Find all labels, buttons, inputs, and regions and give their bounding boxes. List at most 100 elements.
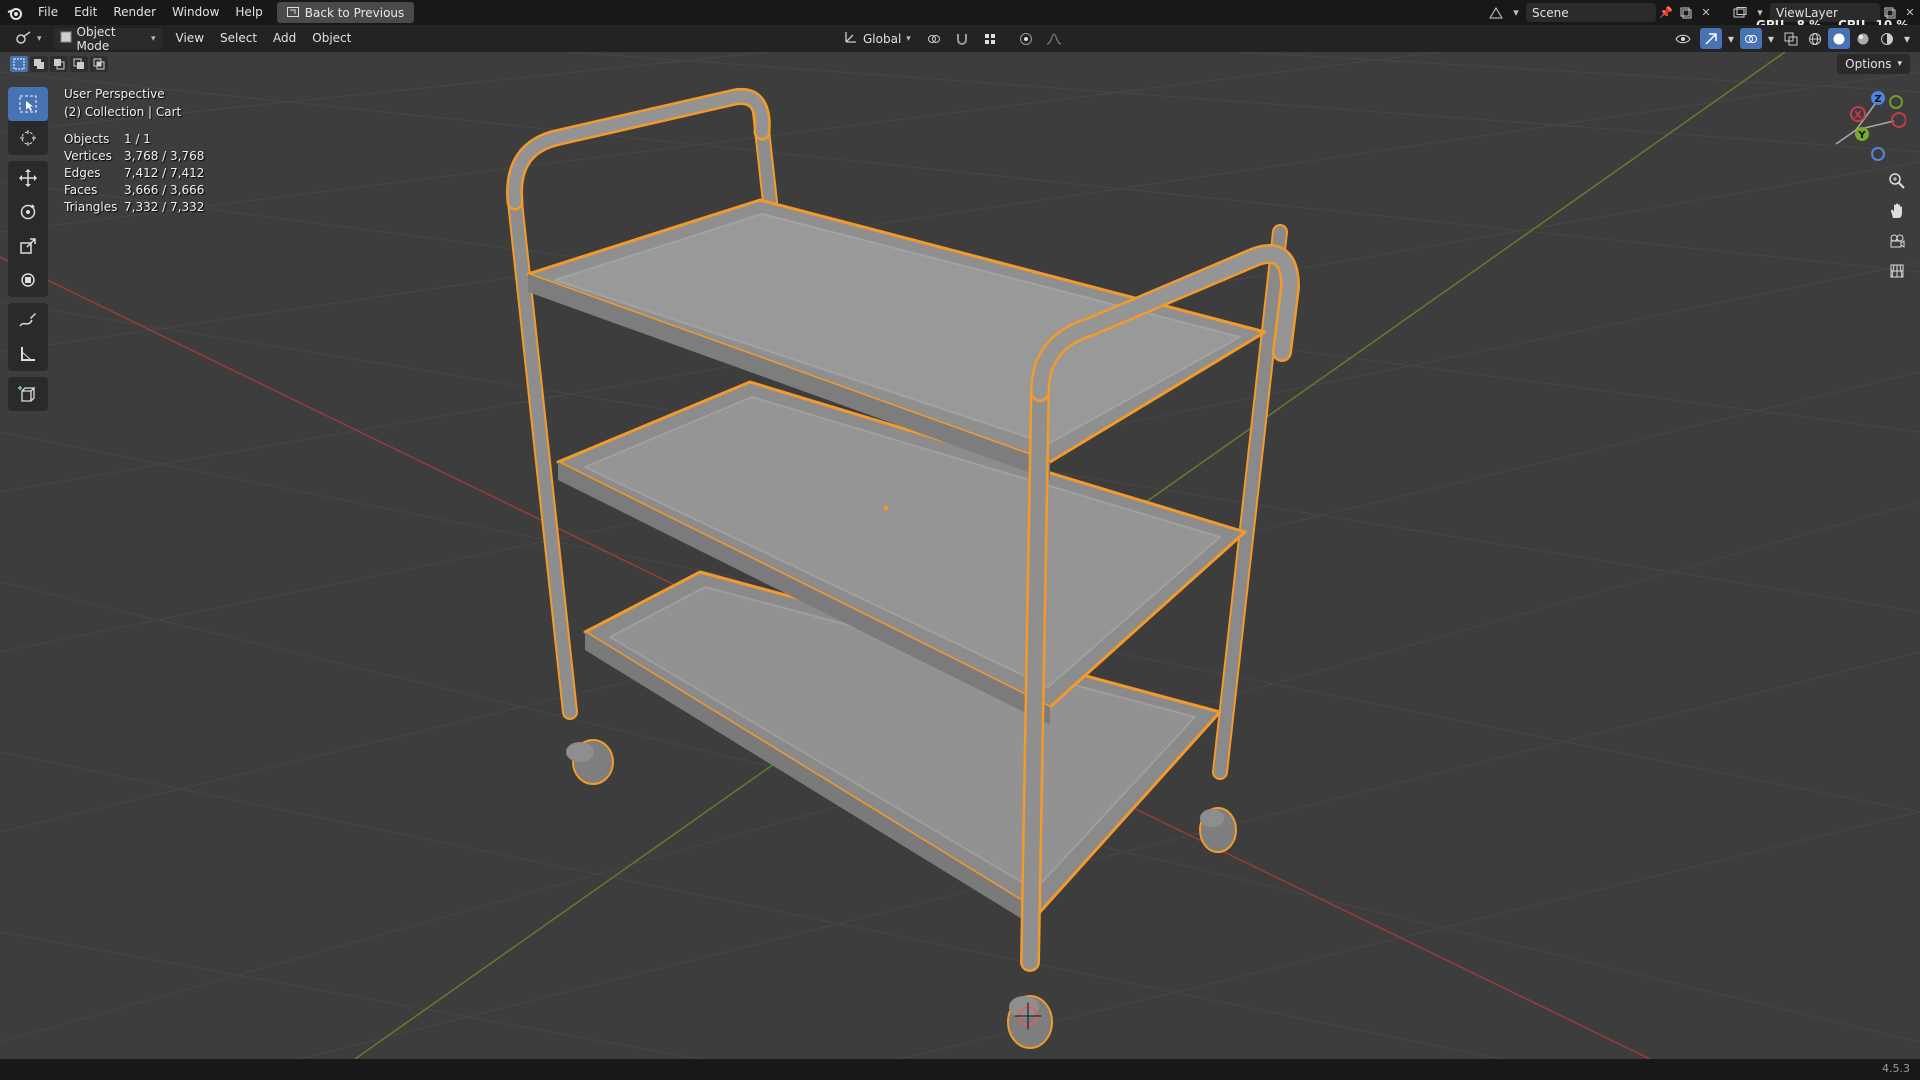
menu-help[interactable]: Help (227, 0, 270, 25)
gizmo-x-label: X (1854, 110, 1862, 121)
xray-toggle-icon[interactable] (1780, 28, 1802, 49)
stat-row: Edges 7,412 / 7,412 (64, 165, 204, 182)
transform-tool-icon[interactable] (8, 263, 48, 297)
gizmo-z-label: Z (1874, 94, 1881, 105)
menu-window[interactable]: Window (164, 0, 227, 25)
snap-target-icon[interactable] (975, 28, 1005, 49)
status-bar: 4.5.3 (0, 1059, 1920, 1080)
rotate-tool-icon[interactable] (8, 195, 48, 229)
wheel (1199, 807, 1237, 853)
shading-solid-icon[interactable] (1828, 28, 1850, 49)
select-new-icon[interactable] (10, 56, 28, 72)
viewport-scene[interactable] (0, 52, 1920, 1059)
perspective-toggle-icon[interactable] (1882, 256, 1912, 286)
stat-row: Vertices 3,768 / 3,768 (64, 148, 204, 165)
move-tool-icon[interactable] (8, 161, 48, 195)
3d-viewport-icon (16, 30, 32, 47)
wheel (566, 739, 614, 785)
pivot-point-icon[interactable] (919, 28, 949, 49)
pan-hand-icon[interactable] (1882, 196, 1912, 226)
viewport-display-controls: ▾ ▾ ▾ (1668, 28, 1914, 49)
menu-add[interactable]: Add (265, 25, 304, 52)
proportional-editing-icon[interactable] (1015, 28, 1037, 49)
gizmo-toggle-icon[interactable] (1700, 28, 1722, 49)
mode-dropdown[interactable]: Object Mode ▾ (53, 25, 162, 53)
tool-group (8, 303, 48, 371)
editor-type-dropdown[interactable]: ▾ (10, 28, 48, 49)
select-subtract-icon[interactable] (50, 56, 68, 72)
tool-shelf (8, 87, 48, 417)
menu-render[interactable]: Render (105, 0, 164, 25)
tool-group (8, 87, 48, 155)
orientation-icon (844, 30, 858, 47)
measure-tool-icon[interactable] (8, 337, 48, 371)
shading-wireframe-icon[interactable] (1804, 28, 1826, 49)
stat-row: Objects 1 / 1 (64, 131, 204, 148)
annotate-tool-icon[interactable] (8, 303, 48, 337)
object-mode-icon (60, 31, 72, 46)
cart-model (506, 87, 1300, 1049)
stat-label: Vertices (64, 149, 112, 163)
menu-object[interactable]: Object (304, 25, 359, 52)
visibility-eye-icon[interactable] (1668, 28, 1698, 49)
overlays-toggle-icon[interactable] (1740, 28, 1762, 49)
chevron-down-icon: ▾ (1897, 59, 1902, 69)
add-cube-tool-icon[interactable] (8, 377, 48, 411)
chevron-down-icon[interactable]: ▾ (1900, 28, 1914, 49)
chevron-down-icon: ▾ (151, 33, 156, 44)
menu-select[interactable]: Select (212, 25, 265, 52)
blender-logo-icon[interactable] (0, 0, 30, 25)
scene-statistics: Objects 1 / 1 Vertices 3,768 / 3,768 Edg… (64, 131, 204, 216)
version-label: 4.5.3 (1882, 1062, 1910, 1075)
shading-material-icon[interactable] (1852, 28, 1874, 49)
falloff-icon[interactable] (1039, 28, 1069, 49)
navigation-gizmo[interactable]: Z X Y (1806, 88, 1906, 168)
stat-value: 3,666 / 3,666 (124, 183, 205, 197)
navigation-tools (1882, 166, 1912, 286)
new-scene-icon[interactable] (1676, 3, 1696, 22)
chevron-down-icon[interactable]: ▾ (1764, 28, 1778, 49)
transform-orientation-dropdown[interactable]: Global ▾ (838, 28, 917, 49)
stat-row: Faces 3,666 / 3,666 (64, 182, 204, 199)
view-layer-type-icon[interactable] (1730, 3, 1750, 22)
scene-field[interactable]: Scene (1526, 3, 1656, 22)
back-to-previous-label: Back to Previous (304, 5, 405, 20)
fullscreen-back-icon (286, 6, 299, 20)
camera-view-icon[interactable] (1882, 226, 1912, 256)
3d-viewport[interactable]: User Perspective (2) Collection | Cart O… (0, 52, 1920, 1059)
shading-rendered-icon[interactable] (1876, 28, 1898, 49)
menu-file[interactable]: File (30, 0, 66, 25)
chevron-down-icon: ▾ (906, 33, 911, 44)
top-menu-bar: File Edit Render Window Help Back to Pre… (0, 0, 1920, 32)
zoom-icon[interactable] (1882, 166, 1912, 196)
transform-controls: Global ▾ (838, 28, 1069, 49)
selection-mode-buttons (10, 56, 108, 72)
viewport-header: ▾ Object Mode ▾ View Select Add Object G… (0, 25, 1920, 53)
stat-value: 1 / 1 (124, 132, 151, 146)
scene-type-icon[interactable] (1486, 3, 1506, 22)
viewport-info-overlay: User Perspective (2) Collection | Cart O… (64, 85, 204, 216)
select-extend-icon[interactable] (30, 56, 48, 72)
stat-value: 7,412 / 7,412 (124, 166, 205, 180)
stat-row: Triangles 7,332 / 7,332 (64, 199, 204, 216)
menu-view[interactable]: View (168, 25, 212, 52)
collection-label: (2) Collection | Cart (64, 105, 182, 119)
close-scene-icon[interactable]: ✕ (1696, 3, 1716, 22)
stat-label: Faces (64, 183, 98, 197)
gizmo-y-label: Y (1857, 130, 1866, 141)
chevron-down-icon[interactable]: ▾ (1506, 3, 1526, 22)
select-box-tool-icon[interactable] (8, 87, 48, 121)
scene-name: Scene (1532, 5, 1569, 20)
select-invert-icon[interactable] (70, 56, 88, 72)
scale-tool-icon[interactable] (8, 229, 48, 263)
menu-edit[interactable]: Edit (66, 0, 105, 25)
cursor-tool-icon[interactable] (8, 121, 48, 155)
chevron-down-icon[interactable]: ▾ (1724, 28, 1738, 49)
chevron-down-icon: ▾ (37, 33, 42, 44)
options-dropdown[interactable]: Options ▾ (1837, 54, 1910, 74)
pin-icon[interactable]: 📌 (1656, 3, 1676, 22)
back-to-previous-button[interactable]: Back to Previous (276, 2, 415, 23)
stat-value: 7,332 / 7,332 (124, 200, 205, 214)
snap-toggle-icon[interactable] (951, 28, 973, 49)
select-intersect-icon[interactable] (90, 56, 108, 72)
